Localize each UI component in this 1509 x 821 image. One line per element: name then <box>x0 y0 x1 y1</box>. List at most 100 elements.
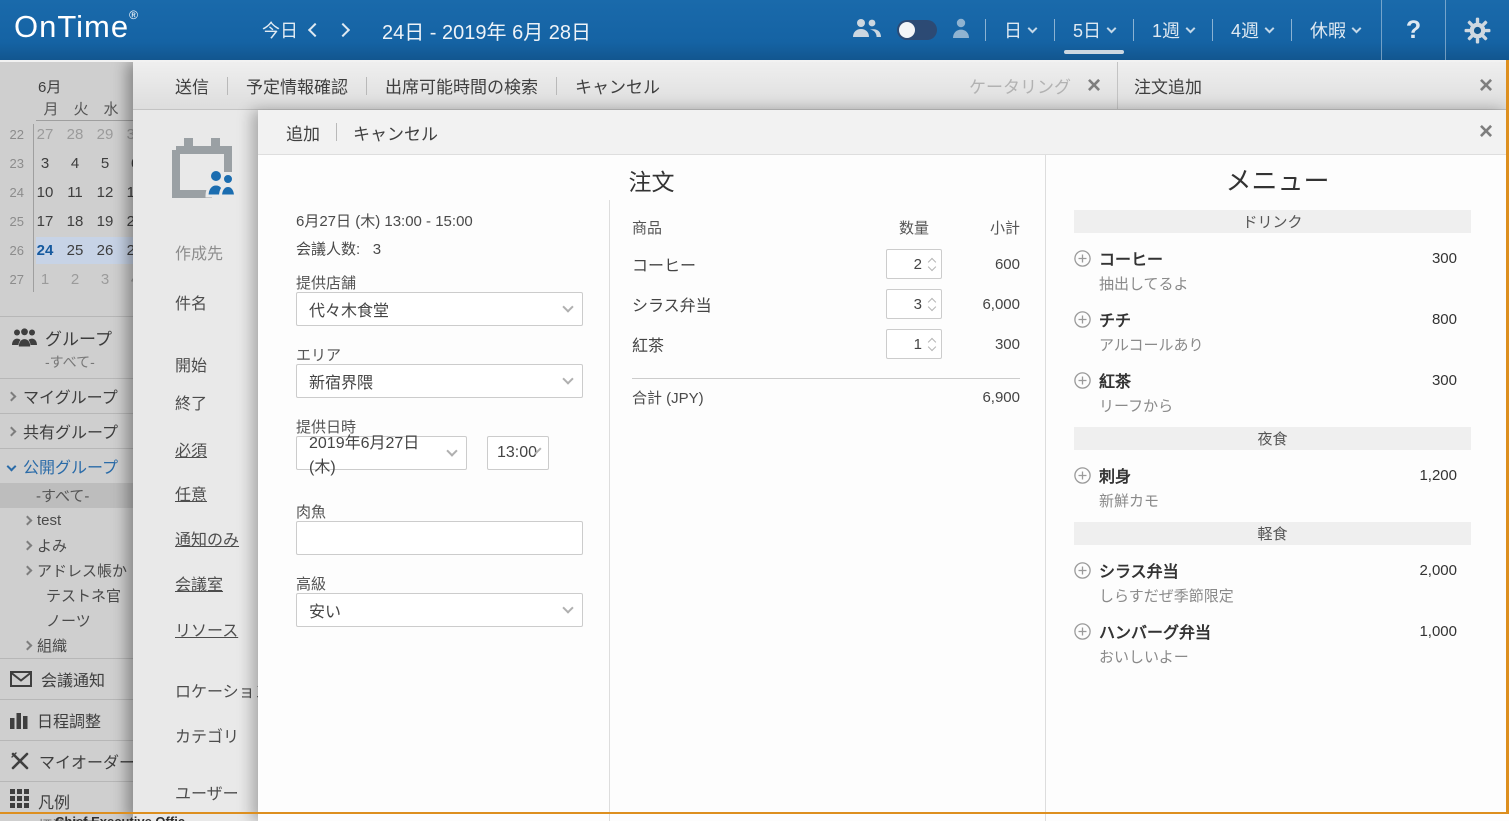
sidebar-group-9[interactable]: ノーツ <box>0 608 133 633</box>
view-option-5[interactable]: 休暇 <box>1307 0 1363 60</box>
view-option-1[interactable]: 日 <box>1001 0 1039 60</box>
cancel-order-button[interactable]: キャンセル <box>353 120 438 145</box>
calendar-day[interactable]: 20 <box>120 213 133 230</box>
send-button[interactable]: 送信 <box>175 73 209 98</box>
member-mode-toggle[interactable] <box>897 20 937 40</box>
selected-day[interactable]: 24 <box>30 242 60 259</box>
settings-button[interactable] <box>1445 0 1509 60</box>
add-item-icon[interactable] <box>1074 311 1091 328</box>
stepper-arrows <box>925 299 941 310</box>
order-item-row: 紅茶1300 <box>632 324 1020 364</box>
toolbar-separator <box>556 77 557 95</box>
total-label: 合計 (JPY) <box>632 387 982 408</box>
sidebar-group-4[interactable]: -すべて- <box>0 483 133 508</box>
add-item-icon[interactable] <box>1074 562 1091 579</box>
order-items-header: 商品 数量 小計 <box>632 210 1020 244</box>
chevron-right-icon <box>7 391 17 401</box>
calendar-day[interactable]: 26 <box>90 242 120 259</box>
calendar-day[interactable]: 18 <box>60 213 90 230</box>
calendar-day[interactable]: 27 <box>30 126 60 143</box>
appointment-dialog-close-icon[interactable]: × <box>1479 74 1493 98</box>
area-select[interactable]: 新宿界隈 <box>296 364 583 398</box>
calendar-day[interactable]: 1 <box>30 271 60 288</box>
help-button[interactable]: ? <box>1381 0 1445 60</box>
tab-order-add[interactable]: 注文追加 <box>1134 73 1202 98</box>
sidebar-group-7[interactable]: アドレス帳か <box>0 558 133 583</box>
prev-period-button[interactable] <box>303 0 327 60</box>
group-label: よみ <box>37 535 67 556</box>
calendar-day[interactable]: 5 <box>90 155 120 172</box>
calendar-day[interactable]: 13 <box>120 184 133 201</box>
quantity-stepper[interactable]: 1 <box>886 329 942 359</box>
add-item-icon[interactable] <box>1074 250 1091 267</box>
calendar-day[interactable]: 3 <box>30 155 60 172</box>
tab-catering[interactable]: ケータリング <box>969 73 1071 98</box>
calendar-day[interactable]: 11 <box>60 184 90 201</box>
sidebar-item-meeting-notice[interactable]: 会議通知 <box>0 659 133 699</box>
sidebar-group-2[interactable]: 共有グループ <box>0 414 133 448</box>
menu-item-price: 300 <box>1432 250 1457 267</box>
area-value: 新宿界隈 <box>309 369 373 393</box>
grade-value: 安い <box>309 598 341 622</box>
cancel-button[interactable]: キャンセル <box>575 73 660 98</box>
serve-date-select[interactable]: 2019年6月27日 (木) <box>296 436 467 470</box>
calendar-day[interactable]: 3 <box>90 271 120 288</box>
people-group-icon <box>12 328 37 347</box>
calendar-day[interactable]: 2 <box>60 271 90 288</box>
sidebar-group-5[interactable]: test <box>0 508 133 533</box>
sidebar-groups-header[interactable]: グループ -すべて- <box>0 317 133 378</box>
shop-field: 提供店舗 代々木食堂 <box>296 272 583 326</box>
calendar-day[interactable]: 17 <box>30 213 60 230</box>
check-schedule-button[interactable]: 予定情報確認 <box>246 73 348 98</box>
view-option-2[interactable]: 5日 <box>1070 0 1118 60</box>
add-item-icon[interactable] <box>1074 623 1091 640</box>
sidebar-item-label: マイオーダー <box>39 749 133 773</box>
quantity-stepper[interactable]: 2 <box>886 249 942 279</box>
menu-item-price: 300 <box>1432 372 1457 389</box>
calendar-day[interactable]: 25 <box>60 242 90 259</box>
meat-fish-input[interactable] <box>296 521 583 555</box>
sidebar-item-schedule-adjust[interactable]: 日程調整 <box>0 700 133 740</box>
chevron-right-icon <box>7 426 17 436</box>
sidebar-group-6[interactable]: よみ <box>0 533 133 558</box>
order-dialog-close-icon[interactable]: × <box>1479 120 1493 144</box>
calendar-day[interactable]: 28 <box>60 126 90 143</box>
calendar-day[interactable]: 4 <box>60 155 90 172</box>
calendar-day[interactable]: 27 <box>120 242 133 259</box>
add-order-button[interactable]: 追加 <box>286 120 320 145</box>
serve-time-select[interactable]: 13:00 <box>487 436 549 470</box>
grade-select[interactable]: 安い <box>296 593 583 627</box>
appointment-field-label[interactable]: 任意 <box>175 481 207 505</box>
sidebar-item-my-order[interactable]: マイオーダー <box>0 741 133 781</box>
shop-select[interactable]: 代々木食堂 <box>296 292 583 326</box>
sidebar-group-10[interactable]: 組織 <box>0 633 133 658</box>
calendar-day[interactable]: 10 <box>30 184 60 201</box>
add-item-icon[interactable] <box>1074 467 1091 484</box>
view-option-3[interactable]: 1週 <box>1149 0 1197 60</box>
calendar-day[interactable]: 19 <box>90 213 120 230</box>
appointment-field-label[interactable]: 会議室 <box>175 571 223 595</box>
total-value: 6,900 <box>982 389 1020 406</box>
quantity-value: 2 <box>887 256 925 273</box>
calendar-day[interactable]: 6 <box>120 155 133 172</box>
next-period-button[interactable] <box>331 0 355 60</box>
appointment-field-label[interactable]: 必須 <box>175 437 207 461</box>
appointment-field-label[interactable]: 通知のみ <box>175 526 239 550</box>
calendar-day[interactable]: 4 <box>120 271 133 288</box>
sidebar-group-8[interactable]: テストネ官 <box>0 583 133 608</box>
appointment-field-label[interactable]: リソース <box>175 617 238 641</box>
groups-label: グループ <box>45 325 112 350</box>
calendar-day[interactable]: 29 <box>90 126 120 143</box>
topbar-separator <box>1212 19 1213 41</box>
today-button[interactable]: 今日 <box>262 0 298 60</box>
sidebar-group-3[interactable]: 公開グループ <box>0 449 133 483</box>
catering-tab-close-icon[interactable]: × <box>1087 74 1101 98</box>
sidebar-group-1[interactable]: マイグループ <box>0 379 133 413</box>
add-item-icon[interactable] <box>1074 372 1091 389</box>
group-people-icon <box>852 17 882 44</box>
calendar-day[interactable]: 30 <box>120 126 133 143</box>
quantity-stepper[interactable]: 3 <box>886 289 942 319</box>
calendar-day[interactable]: 12 <box>90 184 120 201</box>
view-option-4[interactable]: 4週 <box>1228 0 1276 60</box>
find-available-time-button[interactable]: 出席可能時間の検索 <box>385 73 538 98</box>
